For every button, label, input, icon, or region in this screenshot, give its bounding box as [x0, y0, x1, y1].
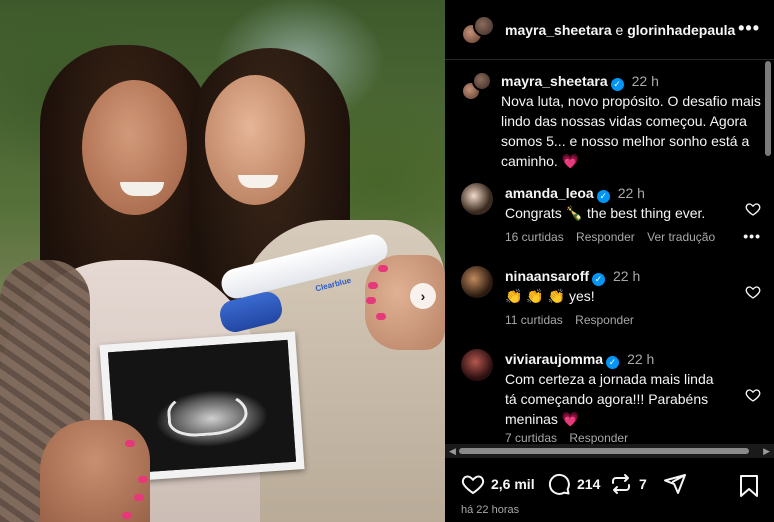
- comment-username[interactable]: ninaansaroff: [505, 268, 589, 284]
- nail: [368, 282, 378, 289]
- comment-meta: 16 curtidas Responder Ver tradução: [505, 230, 724, 244]
- comments-scroll-area[interactable]: mayra_sheetara ✓ 22 h Nova luta, novo prop…: [445, 61, 774, 444]
- comment-item: viviaraujomma ✓ 22 h Com certeza a jornada…: [461, 349, 761, 444]
- caption-username[interactable]: mayra_sheetara: [501, 73, 608, 89]
- comment-text: Com certeza a jornada mais linda tá come…: [505, 371, 714, 427]
- comment-body: viviaraujomma ✓ 22 h Com certeza a jornada…: [505, 349, 725, 429]
- comment-button[interactable]: 214: [547, 472, 600, 496]
- like-comment-heart-icon[interactable]: [745, 284, 761, 300]
- comment-item: ninaansaroff ✓ 22 h 👏 👏 👏 yes! 11 curtidas…: [461, 266, 761, 327]
- avatar: [472, 71, 492, 91]
- more-horizontal-icon: •••: [743, 228, 761, 244]
- reply-button[interactable]: Responder: [576, 230, 635, 244]
- post-photo[interactable]: Clearblue ›: [0, 0, 445, 522]
- collab-usernames: mayra_sheetara e glorinhadepaula: [505, 22, 735, 38]
- caption-body: mayra_sheetara ✓ 22 h Nova luta, novo prop…: [501, 71, 761, 171]
- comment-body: ninaansaroff ✓ 22 h 👏 👏 👏 yes!: [505, 266, 725, 306]
- verified-badge-icon: ✓: [592, 273, 606, 286]
- heart-icon: [461, 475, 485, 495]
- scroll-left-arrow-icon[interactable]: ◀: [449, 446, 456, 457]
- caption-text: Nova luta, novo propósito. O desafio mai…: [501, 93, 761, 169]
- repost-icon: [612, 474, 630, 494]
- comment-username[interactable]: amanda_leoa: [505, 185, 594, 201]
- ultrasound-fetus: [165, 387, 249, 439]
- comment-likes[interactable]: 7 curtidas: [505, 431, 557, 444]
- carousel-next-button[interactable]: ›: [410, 283, 436, 309]
- scrollbar-thumb[interactable]: [459, 448, 749, 454]
- share-button[interactable]: [663, 472, 693, 496]
- post-side-panel: mayra_sheetara e glorinhadepaula ••• may…: [445, 0, 774, 522]
- avatar: [473, 14, 495, 37]
- comment-meta: 7 curtidas Responder: [505, 431, 637, 444]
- see-translation-button[interactable]: Ver tradução: [647, 230, 715, 244]
- comment-likes[interactable]: 16 curtidas: [505, 230, 564, 244]
- comment-avatar[interactable]: [461, 349, 493, 381]
- reposts-count[interactable]: 7: [639, 476, 647, 492]
- comment-text: Congrats 🍾 the best thing ever.: [505, 205, 706, 221]
- comment-text: 👏 👏 👏 yes!: [505, 288, 595, 304]
- nail: [378, 265, 388, 272]
- repost-button[interactable]: 7: [609, 472, 647, 496]
- chevron-right-icon: ›: [420, 288, 426, 304]
- verified-badge-icon: ✓: [596, 190, 610, 203]
- comment-meta: 11 curtidas Responder: [505, 313, 643, 327]
- reply-button[interactable]: Responder: [569, 431, 628, 444]
- send-icon: [664, 474, 686, 494]
- collab-avatars[interactable]: [461, 13, 495, 47]
- like-comment-heart-icon[interactable]: [745, 387, 761, 403]
- post-actions-bar: 2,6 mil 214 7: [445, 462, 774, 502]
- more-horizontal-icon: •••: [738, 18, 760, 38]
- post-header: mayra_sheetara e glorinhadepaula •••: [445, 0, 774, 60]
- nail: [366, 297, 376, 304]
- scroll-right-arrow-icon[interactable]: ▶: [763, 446, 770, 457]
- likes-count[interactable]: 2,6 mil: [491, 476, 535, 492]
- comment-username[interactable]: viviaraujomma: [505, 351, 603, 367]
- comment-avatar[interactable]: [461, 183, 493, 215]
- nail: [125, 440, 135, 447]
- nail: [138, 476, 148, 483]
- horizontal-scrollbar[interactable]: ◀ ▶: [445, 444, 774, 458]
- nail: [376, 313, 386, 320]
- hand-left: [40, 420, 150, 522]
- comment-bubble-icon: [548, 473, 570, 495]
- caption-time[interactable]: 22 h: [632, 73, 659, 89]
- verified-badge-icon: ✓: [606, 356, 620, 369]
- reply-button[interactable]: Responder: [575, 313, 634, 327]
- comment-avatar[interactable]: [461, 266, 493, 298]
- comments-count[interactable]: 214: [577, 476, 600, 492]
- scrollbar-thumb[interactable]: [765, 61, 771, 156]
- like-button[interactable]: 2,6 mil: [461, 472, 535, 496]
- comment-time[interactable]: 22 h: [618, 185, 645, 201]
- more-options-button[interactable]: •••: [738, 18, 760, 39]
- comment-time[interactable]: 22 h: [627, 351, 654, 367]
- bookmark-icon[interactable]: [738, 474, 760, 498]
- comment-time[interactable]: 22 h: [613, 268, 640, 284]
- header-conjunction: e: [615, 21, 624, 38]
- post-timestamp[interactable]: há 22 horas: [461, 504, 519, 516]
- like-comment-heart-icon[interactable]: [745, 201, 761, 217]
- vertical-scrollbar[interactable]: [765, 61, 771, 444]
- header-username-2[interactable]: glorinhadepaula: [627, 22, 735, 38]
- verified-badge-icon: ✓: [610, 78, 624, 91]
- nail: [122, 512, 132, 519]
- header-username-1[interactable]: mayra_sheetara: [505, 22, 612, 38]
- nail: [134, 494, 144, 501]
- comment-body: amanda_leoa ✓ 22 h Congrats 🍾 the best thi…: [505, 183, 725, 223]
- comment-item: amanda_leoa ✓ 22 h Congrats 🍾 the best thi…: [461, 183, 761, 245]
- comment-options-button[interactable]: •••: [743, 228, 761, 244]
- comment-likes[interactable]: 11 curtidas: [505, 313, 563, 327]
- caption-avatar[interactable]: [461, 71, 493, 103]
